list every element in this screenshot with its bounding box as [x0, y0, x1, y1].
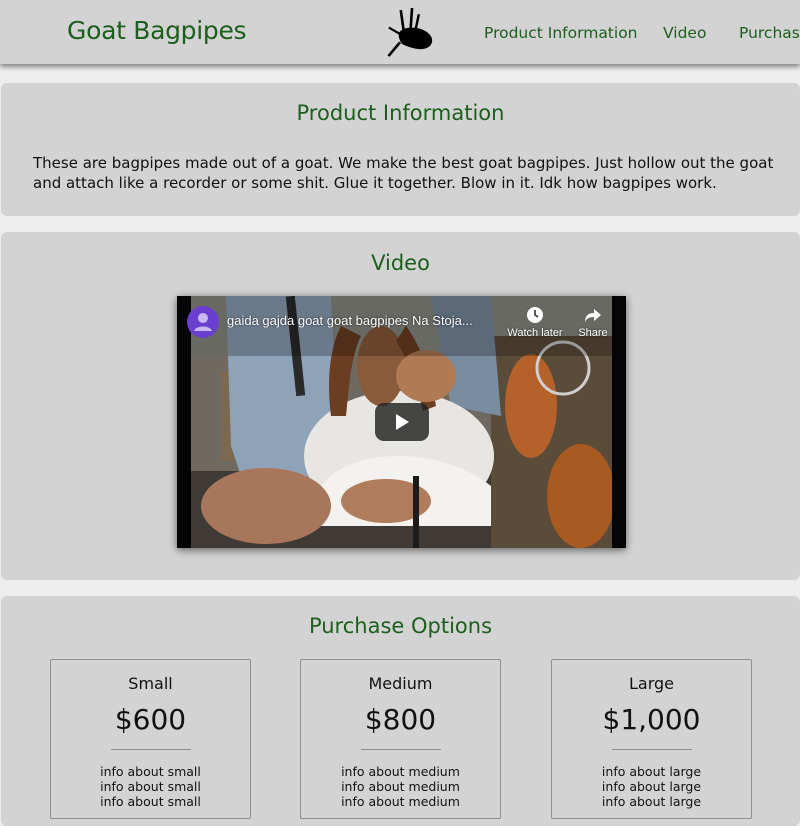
clock-icon — [527, 307, 543, 323]
share-button[interactable]: Share — [565, 306, 621, 346]
purchase-card-small[interactable]: Small $600 info about small info about s… — [50, 659, 251, 819]
card-info-list: info about medium info about medium info… — [301, 764, 500, 809]
purchase-card-large[interactable]: Large $1,000 info about large info about… — [551, 659, 752, 819]
card-info-line: info about large — [601, 764, 702, 779]
video-section-title: Video — [371, 251, 430, 275]
nav-purchase[interactable]: Purchase — [739, 24, 800, 42]
video-section: Video gaida gajda goat goat bagpipes Na … — [1, 232, 800, 580]
card-info-line: info about medium — [341, 764, 460, 779]
purchase-options-section: Purchase Options Small $600 info about s… — [1, 596, 800, 826]
card-divider — [361, 749, 441, 750]
card-divider — [111, 749, 191, 750]
watch-later-button[interactable]: Watch later — [504, 306, 566, 346]
share-label: Share — [578, 327, 608, 339]
brand-title[interactable]: Goat Bagpipes — [67, 16, 247, 45]
channel-avatar[interactable] — [187, 306, 219, 338]
card-info-line: info about medium — [341, 794, 460, 809]
card-price: $1,000 — [602, 703, 701, 736]
card-size-label: Medium — [368, 674, 433, 693]
watch-later-label: Watch later — [507, 327, 563, 339]
product-description: These are bagpipes made out of a goat. W… — [33, 154, 774, 192]
nav-video[interactable]: Video — [663, 24, 706, 42]
play-button[interactable] — [375, 403, 429, 441]
product-section-title: Product Information — [296, 101, 505, 125]
share-icon — [585, 309, 601, 322]
card-info-line: info about medium — [341, 779, 460, 794]
card-info-list: info about small info about small info a… — [51, 764, 250, 809]
purchase-section-title: Purchase Options — [308, 614, 493, 638]
card-info-line: info about small — [100, 764, 201, 779]
card-price: $800 — [364, 703, 437, 736]
site-header: Goat Bagpipes Product Information Video … — [0, 0, 800, 64]
card-divider — [612, 749, 692, 750]
play-icon — [396, 414, 409, 430]
card-price: $600 — [114, 703, 187, 736]
card-size-label: Small — [128, 674, 173, 693]
card-info-line: info about large — [601, 794, 702, 809]
product-information-section: Product Information These are bagpipes m… — [1, 83, 800, 216]
card-size-label: Large — [628, 674, 674, 693]
card-info-line: info about large — [601, 779, 702, 794]
video-title[interactable]: gaida gajda goat goat bagpipes Na Stoja.… — [227, 313, 497, 328]
nav-product-information[interactable]: Product Information — [484, 24, 638, 42]
card-info-line: info about small — [100, 794, 201, 809]
card-info-list: info about large info about large info a… — [552, 764, 751, 809]
bagpipes-icon — [387, 7, 433, 57]
purchase-card-medium[interactable]: Medium $800 info about medium info about… — [300, 659, 501, 819]
video-embed[interactable]: gaida gajda goat goat bagpipes Na Stoja.… — [177, 296, 626, 548]
card-info-line: info about small — [100, 779, 201, 794]
